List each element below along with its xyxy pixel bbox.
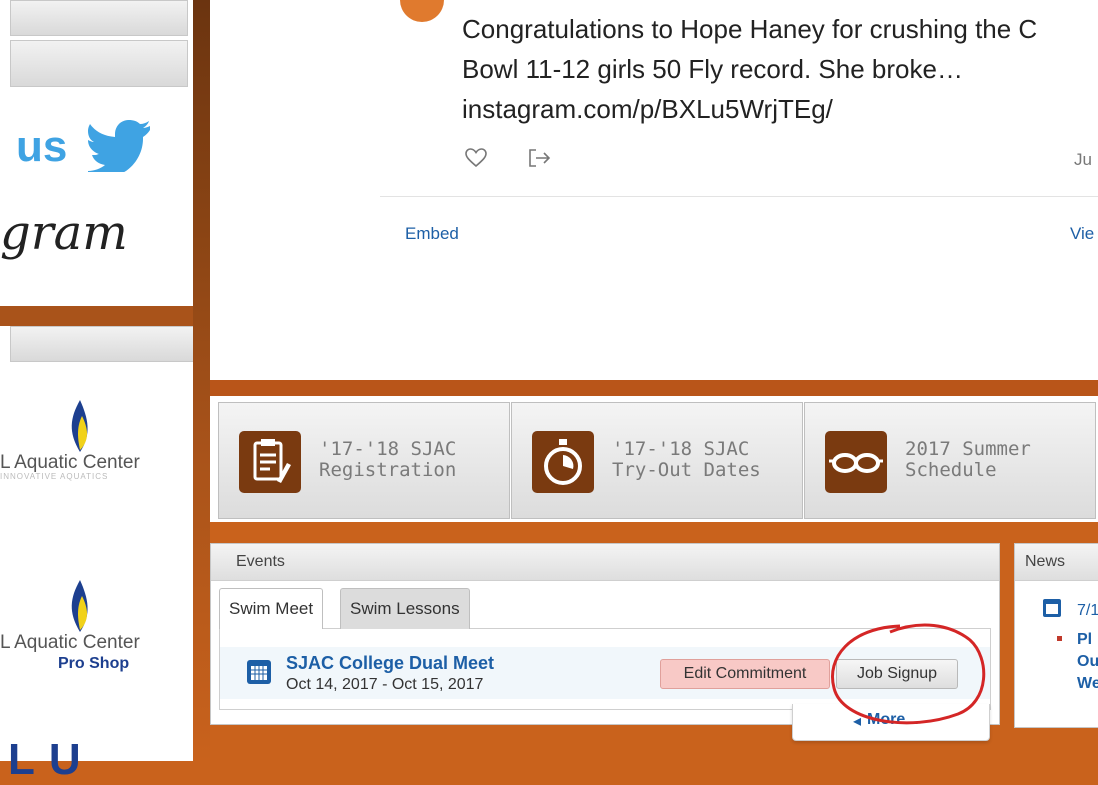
clipboard-icon [239, 431, 301, 493]
news-calendar-icon [1043, 599, 1061, 617]
quick-link-label: '17-'18 SJAC Registration [319, 438, 457, 481]
section-band [210, 522, 1098, 544]
quick-link-label: 2017 Summer Schedule [905, 438, 1031, 481]
quick-link-tryout-dates[interactable]: '17-'18 SJAC Try-Out Dates [511, 402, 803, 519]
embed-link[interactable]: Embed [405, 224, 459, 244]
red-circle-annotation [831, 623, 986, 725]
view-link[interactable]: Vie [1070, 224, 1094, 244]
bottom-logo[interactable]: LU [8, 735, 95, 785]
quick-link-summer-schedule[interactable]: 2017 Summer Schedule [804, 402, 1096, 519]
tweet-panel: Congratulations to Hope Haney for crushi… [210, 0, 1098, 380]
news-header: News [1015, 544, 1098, 581]
sidebar-bar [10, 326, 194, 362]
quick-link-label: '17-'18 SJAC Try-Out Dates [612, 438, 761, 481]
tab-swim-meet[interactable]: Swim Meet [219, 588, 324, 629]
event-dates: Oct 14, 2017 - Oct 15, 2017 [286, 676, 484, 693]
sponsor-tagline: Pro Shop [58, 655, 130, 672]
column-divider [193, 0, 210, 761]
stopwatch-icon [532, 431, 594, 493]
sidebar-separator [0, 306, 193, 326]
news-date: 7/1 [1077, 602, 1098, 619]
edit-commitment-button[interactable]: Edit Commitment [660, 659, 830, 689]
tweet-date: Ju [1074, 150, 1092, 169]
divider [380, 196, 1098, 197]
sponsor-name[interactable]: L Aquatic Center [0, 632, 140, 654]
tweet-text-line: Congratulations to Hope Haney for crushi… [462, 14, 1038, 44]
flame-logo-icon[interactable] [64, 398, 96, 454]
tweet-text-line: Bowl 11-12 girls 50 Fly record. She brok… [462, 54, 963, 84]
avatar[interactable] [400, 0, 444, 22]
sidebar-bar [10, 40, 188, 87]
calendar-icon [247, 660, 271, 684]
instagram-text[interactable]: gram [0, 205, 128, 261]
flame-logo-icon[interactable] [64, 578, 96, 634]
event-title[interactable]: SJAC College Dual Meet [286, 653, 494, 674]
twitter-bird-icon[interactable] [88, 120, 152, 172]
left-sidebar: us gram L Aquatic Center INNOVATIVE AQUA… [0, 0, 194, 784]
sidebar-bar [10, 0, 188, 36]
sponsor-tagline: INNOVATIVE AQUATICS [0, 472, 109, 481]
sponsor-name[interactable]: L Aquatic Center [0, 452, 140, 474]
tab-swim-lessons[interactable]: Swim Lessons [340, 588, 470, 629]
share-icon[interactable] [528, 148, 552, 168]
twitter-follow-text[interactable]: us [16, 122, 67, 172]
section-band [210, 380, 1098, 396]
heart-icon[interactable] [465, 148, 487, 168]
news-panel: News 7/1 Pl Ou We [1014, 543, 1098, 728]
news-item-link[interactable]: Pl Ou We [1077, 629, 1098, 695]
bullet-icon [1057, 636, 1062, 641]
goggles-icon [825, 431, 887, 493]
events-header: Events [211, 544, 999, 581]
tweet-link[interactable]: instagram.com/p/BXLu5WrjTEg/ [462, 90, 833, 128]
quick-link-registration[interactable]: '17-'18 SJAC Registration [218, 402, 510, 519]
